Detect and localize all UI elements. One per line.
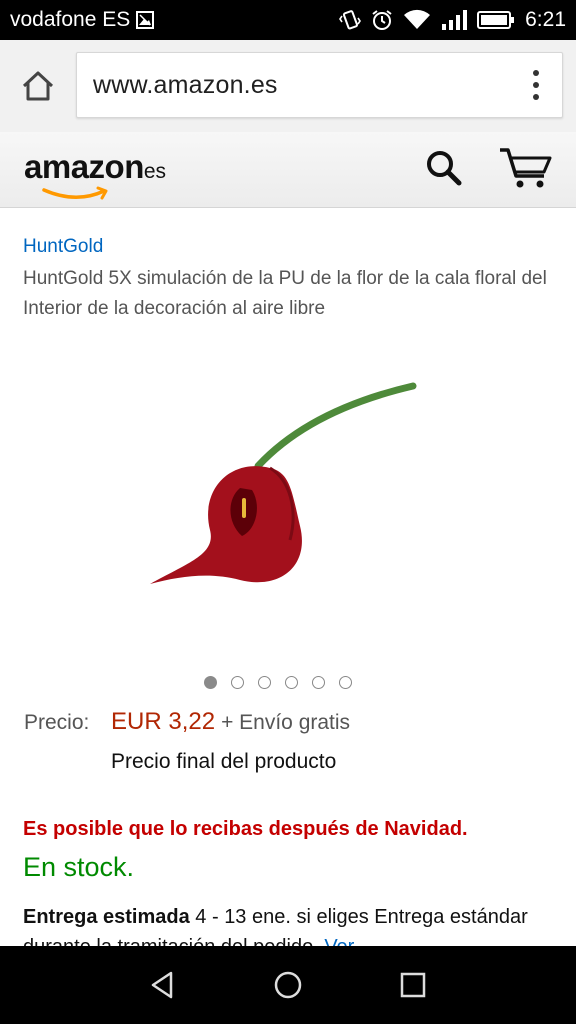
logo-tld: es [143,160,167,183]
home-button[interactable] [266,963,310,1007]
amazon-logo[interactable]: amazones [24,148,167,200]
delivery-prefix: Entrega estimada [23,906,190,928]
price-note: Precio final del producto [111,750,337,773]
carousel-dot[interactable] [285,676,298,689]
battery-icon [477,11,515,29]
price-row: Precio: EUR 3,22 + Envío gratis [24,708,350,736]
price-value: EUR 3,22 [111,708,216,735]
back-button[interactable] [141,963,185,1007]
carousel-dot[interactable] [204,676,217,689]
recents-icon [401,972,426,998]
status-right: 6:21 [339,8,566,32]
status-bar: vodafone ES 6:21 [0,0,576,40]
browser-toolbar: www.amazon.es [0,40,576,132]
vibrate-icon [339,10,362,30]
wifi-icon [404,9,431,29]
clock: 6:21 [525,8,566,31]
carousel-dot[interactable] [312,676,325,689]
carousel-dot[interactable] [258,676,271,689]
image-notification-icon [136,11,155,29]
image-carousel-dots[interactable] [204,676,352,689]
brand-link[interactable]: HuntGold [23,236,103,258]
logo-wordmark: amazon [24,148,144,185]
signal-icon [442,10,468,30]
android-nav-bar [0,946,576,1024]
address-bar[interactable]: www.amazon.es [76,52,563,118]
product-title: HuntGold 5X simulación de la PU de la fl… [23,268,547,319]
delivery-warning: Es posible que lo recibas después de Nav… [23,818,468,840]
home-icon[interactable] [18,66,58,106]
product-image[interactable] [130,340,450,640]
shipping-info: + Envío gratis [221,711,351,734]
delivery-dates: 4 - 13 ene. [189,906,291,928]
search-icon[interactable] [424,148,464,188]
amazon-header: amazones [0,132,576,208]
cart-icon[interactable] [498,146,554,190]
status-left: vodafone ES [10,8,155,32]
carrier-name: vodafone ES [10,8,131,31]
price-label: Precio: [24,711,90,734]
carousel-dot[interactable] [231,676,244,689]
stock-status: En stock. [23,852,135,882]
recents-button[interactable] [391,963,435,1007]
carousel-dot[interactable] [339,676,352,689]
home-circle-icon [274,971,302,999]
amazon-smile-icon [42,186,108,200]
alarm-icon [372,10,392,30]
url-text[interactable]: www.amazon.es [93,71,278,100]
back-icon [151,971,172,999]
browser-menu-icon[interactable] [532,70,540,102]
